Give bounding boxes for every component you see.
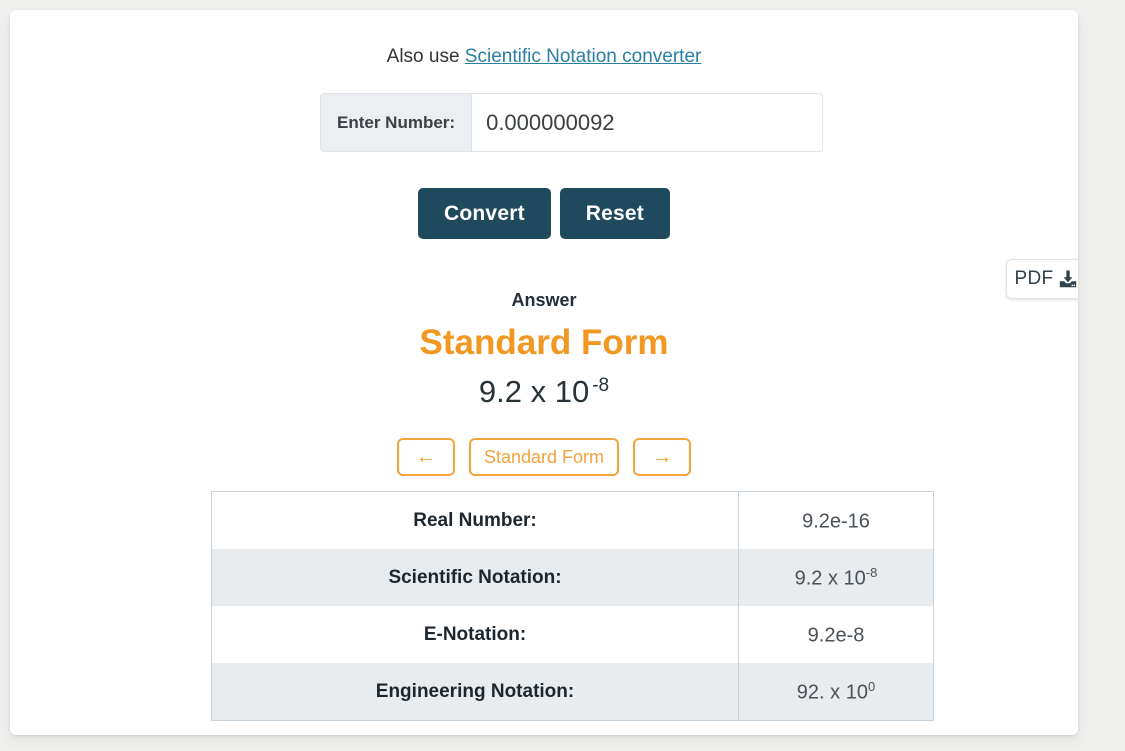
row-value-text: 92. x 10 (796, 681, 868, 704)
row-value-sup: 0 (867, 678, 876, 694)
row-value-text: 9.2 x 10 (794, 567, 866, 590)
row-value: 9.2e-8 (738, 606, 934, 663)
table-row: E-Notation: 9.2e-8 (211, 606, 934, 663)
row-value: 9.2 x 10-8 (738, 549, 934, 606)
answer-title: Answer (511, 290, 577, 310)
answer-value: 9.2 x 10 -8 (10, 374, 1078, 410)
answer-mantissa: 9.2 x 10 (478, 374, 590, 409)
also-use-label: Also use (386, 46, 465, 67)
pdf-label: PDF (1014, 268, 1054, 289)
current-notation-label[interactable]: Standard Form (468, 438, 620, 476)
row-label: Scientific Notation: (211, 549, 739, 606)
enter-number-label: Enter Number: (321, 94, 473, 151)
row-label: E-Notation: (211, 606, 739, 663)
answer-exponent: -8 (592, 374, 610, 396)
next-notation-button[interactable]: → (633, 438, 692, 476)
convert-button[interactable]: Convert (418, 188, 551, 239)
row-label: Engineering Notation: (211, 663, 739, 721)
table-row: Real Number: 9.2e-16 (211, 491, 934, 549)
enter-number-group: Enter Number: (320, 93, 823, 152)
number-input[interactable] (472, 94, 822, 151)
scientific-notation-converter-link[interactable]: Scientific Notation converter (465, 46, 702, 67)
row-value: 92. x 100 (738, 663, 934, 721)
notation-pager: ← Standard Form → (10, 438, 1078, 476)
reset-button[interactable]: Reset (559, 188, 670, 239)
table-row: Scientific Notation: 9.2 x 10-8 (211, 549, 934, 606)
table-row: Engineering Notation: 92. x 100 (211, 663, 934, 721)
row-value-text: 9.2e-8 (807, 624, 865, 647)
answer-heading: Standard Form (419, 323, 669, 362)
action-buttons: Convert Reset (10, 188, 1078, 239)
results-table: Real Number: 9.2e-16 Scientific Notation… (211, 491, 934, 721)
download-icon (1058, 269, 1078, 289)
row-value-text: 9.2e-16 (802, 510, 870, 533)
row-value-sup: -8 (865, 564, 878, 580)
row-value: 9.2e-16 (738, 491, 934, 549)
row-label: Real Number: (211, 491, 739, 549)
also-use-row: Also use Scientific Notation converter (10, 44, 1078, 70)
prev-notation-button[interactable]: ← (396, 438, 455, 476)
converter-card: Also use Scientific Notation converter E… (10, 10, 1078, 735)
